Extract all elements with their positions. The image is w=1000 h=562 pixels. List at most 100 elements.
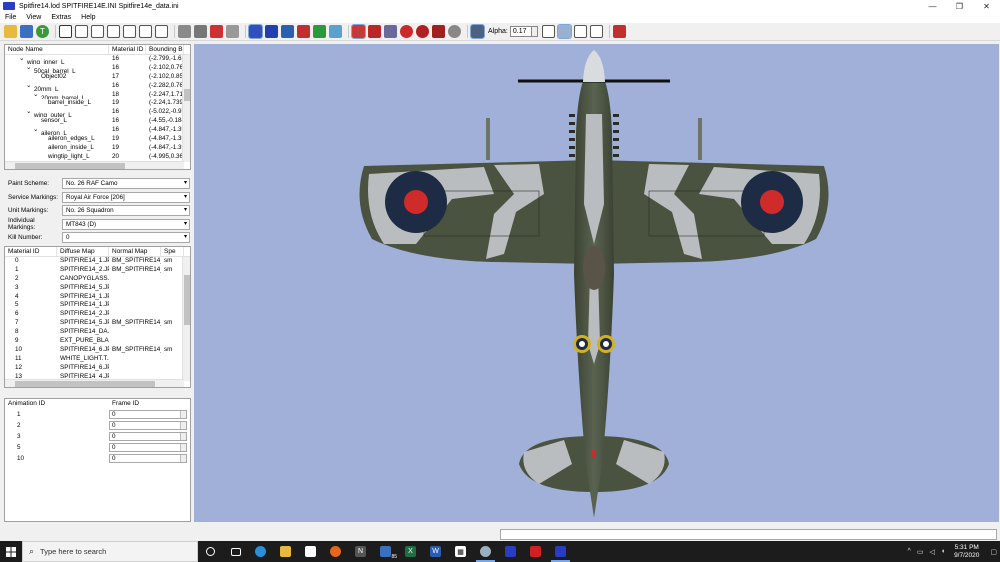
acrobat-icon[interactable] bbox=[523, 541, 548, 562]
shade-red-icon[interactable] bbox=[210, 25, 223, 38]
render-mode-1-icon[interactable] bbox=[248, 24, 263, 39]
frame-id-spinner[interactable] bbox=[180, 433, 186, 440]
tree-row[interactable]: ⌄aileron_L 16 (-4.847,-1.39 bbox=[5, 126, 190, 135]
tree-row[interactable]: aileron_inside_L 19 (-4.847,-1.39 bbox=[5, 144, 190, 153]
material-row[interactable]: 3 SPITFIRE14_5.JPG bbox=[5, 284, 190, 293]
column-material-id[interactable]: Material ID bbox=[109, 45, 146, 54]
maximize-button[interactable]: ❐ bbox=[946, 0, 973, 12]
node-tree[interactable]: Node Name Material ID Bounding B ⌄wing_i… bbox=[4, 44, 191, 170]
frame-id-input[interactable]: 0 bbox=[109, 421, 187, 430]
material-row[interactable]: 0 SPITFIRE14_1.JPGBM_SPITFIRE14_...sm bbox=[5, 257, 190, 266]
material-3-icon[interactable] bbox=[384, 25, 397, 38]
menu-file[interactable]: File bbox=[0, 14, 21, 21]
tree-row[interactable]: ⌄20mm_L 16 (-2.282,0.767 bbox=[5, 82, 190, 91]
tree-row[interactable]: ⌄wing_inner_L 16 (-2.799,-1.62 bbox=[5, 55, 190, 64]
network-icon[interactable]: ▭ bbox=[917, 548, 924, 556]
materials-table[interactable]: Material ID Diffuse Map Normal Map Spe 0… bbox=[4, 246, 191, 388]
photos-icon[interactable]: ▦ bbox=[448, 541, 473, 562]
alpha-spinner[interactable] bbox=[531, 26, 538, 37]
cortana-icon[interactable] bbox=[198, 541, 223, 562]
file-explorer-icon[interactable] bbox=[273, 541, 298, 562]
column-specular-map[interactable]: Spe bbox=[161, 247, 184, 256]
materials-hscrollbar[interactable] bbox=[5, 379, 184, 387]
column-normal-map[interactable]: Normal Map bbox=[109, 247, 161, 256]
dropdown-arrow-icon[interactable]: ▾ bbox=[184, 233, 187, 242]
minimize-button[interactable]: — bbox=[919, 0, 946, 12]
material-row[interactable]: 1 SPITFIRE14_2.JPGBM_SPITFIRE14_...sm bbox=[5, 266, 190, 275]
view-top-icon[interactable] bbox=[139, 25, 152, 38]
node-tree-scroll-thumb[interactable] bbox=[184, 89, 190, 101]
axes-icon[interactable] bbox=[573, 25, 587, 38]
render-mode-2-icon[interactable] bbox=[265, 25, 278, 38]
material-row[interactable]: 2 CANOPYGLASS... bbox=[5, 275, 190, 284]
save-icon[interactable] bbox=[20, 25, 33, 38]
view-bottom-icon[interactable] bbox=[155, 25, 168, 38]
menu-help[interactable]: Help bbox=[76, 14, 100, 21]
tree-toggle-icon[interactable]: ⌄ bbox=[26, 82, 34, 91]
clock[interactable]: 5:31 PM 9/7/2020 bbox=[954, 544, 979, 560]
volume-icon[interactable]: ◁ bbox=[929, 548, 934, 556]
alpha-input[interactable]: 0.17 bbox=[509, 26, 532, 37]
material-6-icon[interactable] bbox=[432, 25, 445, 38]
tools-icon[interactable] bbox=[612, 25, 626, 38]
column-material-id[interactable]: Material ID bbox=[5, 247, 57, 256]
edge-icon[interactable] bbox=[248, 541, 273, 562]
tree-row[interactable]: sensor_L 16 (-4.55,-0.184 bbox=[5, 117, 190, 126]
node-tree-hscrollbar[interactable] bbox=[5, 161, 184, 169]
menu-view[interactable]: View bbox=[21, 14, 46, 21]
app-icon[interactable] bbox=[473, 541, 498, 562]
view-right-icon[interactable] bbox=[123, 25, 136, 38]
tree-toggle-icon[interactable]: ⌄ bbox=[26, 64, 34, 73]
property-select[interactable]: MT843 (D) ▾ bbox=[62, 218, 190, 230]
material-row[interactable]: 10 SPITFIRE14_6.JPGBM_SPITFIRE14_...sm bbox=[5, 346, 190, 355]
lod-viewer-icon[interactable] bbox=[498, 541, 523, 562]
tree-row[interactable]: barrel_inside_L 19 (-2.24,1.739, bbox=[5, 99, 190, 108]
normals-icon[interactable] bbox=[589, 25, 603, 38]
excel-icon[interactable]: X bbox=[398, 541, 423, 562]
notion-icon[interactable]: N bbox=[348, 541, 373, 562]
material-row[interactable]: 7 SPITFIRE14_5.JPGBM_SPITFIRE14_...sm bbox=[5, 319, 190, 328]
tree-toggle-icon[interactable]: ⌄ bbox=[19, 55, 27, 64]
column-node-name[interactable]: Node Name bbox=[5, 45, 109, 54]
alpha-toggle-icon[interactable] bbox=[470, 24, 485, 39]
material-row[interactable]: 9 EXT_PURE_BLA... bbox=[5, 337, 190, 346]
zoom-extents-icon[interactable] bbox=[59, 25, 72, 38]
materials-scroll-thumb[interactable] bbox=[184, 275, 190, 325]
tree-row[interactable]: ⌄50cal_barrel_L 16 (-2.102,0.767 bbox=[5, 64, 190, 73]
view-back-icon[interactable] bbox=[91, 25, 104, 38]
word-icon[interactable]: W bbox=[423, 541, 448, 562]
task-view-icon[interactable] bbox=[223, 541, 248, 562]
tree-toggle-icon[interactable]: ⌄ bbox=[33, 126, 41, 135]
frame-id-input[interactable]: 0 bbox=[109, 454, 187, 463]
tree-toggle-icon[interactable]: ⌄ bbox=[26, 108, 34, 117]
material-7-icon[interactable] bbox=[448, 25, 461, 38]
material-row[interactable]: 4 SPITFIRE14_1.JPG bbox=[5, 293, 190, 302]
tree-row[interactable]: ⌄wing_outer_L 16 (-5.022,-0.97 bbox=[5, 108, 190, 117]
menu-extras[interactable]: Extras bbox=[46, 14, 76, 21]
close-button[interactable]: ✕ bbox=[973, 0, 1000, 12]
property-select[interactable]: 0 ▾ bbox=[62, 232, 190, 243]
animations-table[interactable]: Animation ID Frame ID 1 0 2 0 3 0 5 0 10 0 bbox=[4, 398, 191, 522]
render-mode-3-icon[interactable] bbox=[281, 25, 294, 38]
frame-id-spinner[interactable] bbox=[180, 411, 186, 418]
render-mode-5-icon[interactable] bbox=[313, 25, 326, 38]
view-left-icon[interactable] bbox=[107, 25, 120, 38]
property-select[interactable]: Royal Air Force [206] ▾ bbox=[62, 191, 190, 203]
speaker-icon[interactable]: ◖ bbox=[941, 548, 945, 555]
column-frame-id[interactable]: Frame ID bbox=[109, 399, 169, 409]
property-select[interactable]: No. 26 RAF Camo ▾ bbox=[62, 178, 190, 189]
column-animation-id[interactable]: Animation ID bbox=[5, 399, 109, 409]
frame-id-input[interactable]: 0 bbox=[109, 432, 187, 441]
tree-toggle-icon[interactable]: ⌄ bbox=[33, 91, 41, 100]
shade-flat-icon[interactable] bbox=[194, 25, 207, 38]
3d-viewport[interactable] bbox=[194, 44, 999, 522]
dropdown-arrow-icon[interactable]: ▾ bbox=[184, 206, 187, 215]
column-diffuse-map[interactable]: Diffuse Map bbox=[57, 247, 109, 256]
dropdown-arrow-icon[interactable]: ▾ bbox=[184, 193, 187, 202]
grid-icon[interactable] bbox=[556, 24, 572, 39]
taskbar-search[interactable]: ⌕ Type here to search bbox=[22, 541, 198, 562]
render-mode-4-icon[interactable] bbox=[297, 25, 310, 38]
materials-hscroll-thumb[interactable] bbox=[15, 381, 155, 387]
frame-id-input[interactable]: 0 bbox=[109, 443, 187, 452]
bounding-box-icon[interactable] bbox=[541, 25, 555, 38]
